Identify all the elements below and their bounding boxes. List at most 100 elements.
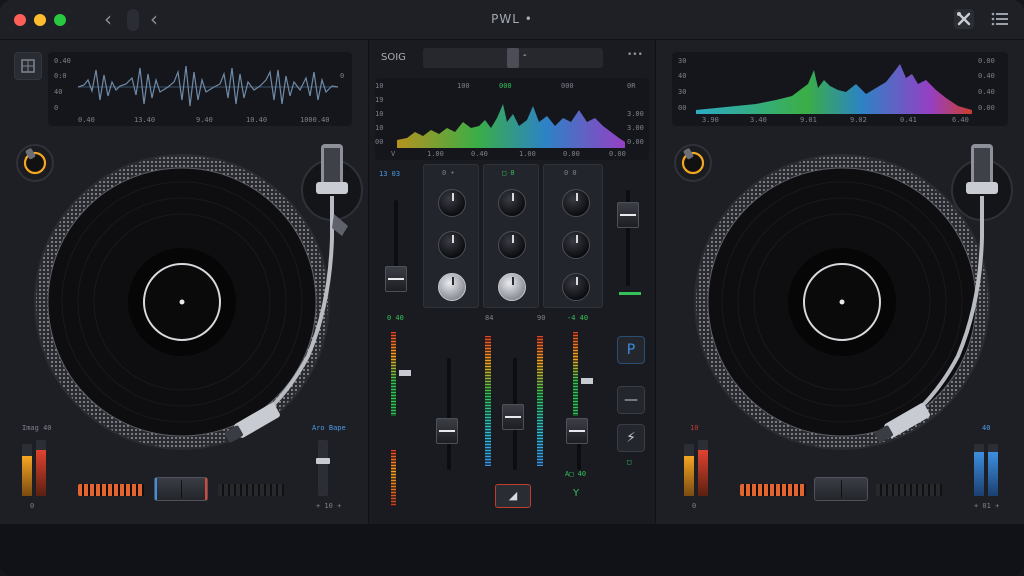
channel-header: 13 03 (379, 170, 401, 178)
back-button[interactable]: ‹ (104, 8, 112, 30)
wave-label: 00 (678, 104, 687, 112)
minimize-window-button[interactable] (34, 14, 46, 26)
wave-label: 0 (54, 104, 59, 112)
spec-label: 0.00 (627, 138, 644, 146)
eq-low-knob-2[interactable] (498, 273, 526, 301)
grid-icon (21, 59, 35, 73)
time-label: 0.41 (900, 116, 917, 124)
eq-low-knob-1[interactable] (438, 273, 466, 301)
deck-right-level-meter-blue (988, 444, 998, 496)
eq-header: 0 0 (564, 169, 577, 177)
time-label: 10.40 (246, 116, 268, 124)
master-fader[interactable] (617, 202, 639, 228)
deck-left-waveform[interactable]: 0.40 0:0 40 0 0 0.40 13.40 9.40 10.40 10… (48, 52, 352, 126)
app-window: ‹ ‹ PWL • 0.40 0:0 40 0 0 0.40 13.40 9.4… (0, 0, 1024, 576)
deck-left-level-meter (36, 440, 46, 496)
deck-left-cue-button[interactable] (154, 477, 208, 501)
meter-label: 90 (537, 314, 546, 322)
spectrum-waveform-graphic (696, 64, 972, 114)
more-menu-button[interactable]: ••• (627, 50, 643, 60)
flash-button[interactable]: ⚡ (617, 424, 645, 452)
deck-left-pitch-leds (78, 484, 144, 496)
title-bar: ‹ ‹ PWL • (0, 0, 1024, 40)
wrench-cross-icon[interactable] (953, 8, 975, 30)
channel-fader-2[interactable] (502, 404, 524, 430)
eq-strip-1: 0 • (423, 164, 479, 308)
wave-label: 40 (54, 88, 63, 96)
waveform-graphic (78, 65, 338, 107)
deck-left-pitch-fader[interactable] (316, 440, 330, 496)
meter-label: 0 40 (387, 314, 404, 322)
eq-mid-knob-3[interactable] (562, 231, 590, 259)
spectrum-analyzer: 10 19 10 10 00 100 000 000 0R 3.00 3.00 … (375, 78, 649, 160)
sidebar-toggle-button[interactable] (127, 9, 139, 31)
crossfader-glyph: - (523, 50, 527, 61)
wave-label: 40 (678, 72, 687, 80)
list-icon[interactable] (989, 8, 1011, 30)
close-window-button[interactable] (14, 14, 26, 26)
meter-marker (581, 378, 593, 384)
eq-high-knob-3[interactable] (562, 189, 590, 217)
spec-label: 3.00 (627, 110, 644, 118)
eq-mid-knob-2[interactable] (498, 231, 526, 259)
deck-right-label: 40 (982, 424, 991, 432)
zoom-window-button[interactable] (54, 14, 66, 26)
deck-right-small-label: 0 (692, 502, 697, 510)
eq-mid-knob-1[interactable] (438, 231, 466, 259)
spec-label: 100 (457, 82, 470, 90)
spec-time: 1.00 (519, 150, 536, 158)
forward-button[interactable]: ‹ (150, 8, 158, 30)
deck-right-waveform[interactable]: 30 40 30 00 0.00 0.40 0.40 0.00 3.90 3.4… (672, 52, 1008, 126)
spec-label: 000 (561, 82, 574, 90)
minus-button[interactable]: — (617, 386, 645, 414)
spec-time: 1.00 (427, 150, 444, 158)
deck-right-cue-button[interactable] (814, 477, 868, 501)
spec-label: 10 (375, 124, 384, 132)
deck-right-level-meter (698, 440, 708, 496)
meter-label: 84 (485, 314, 494, 322)
eq-header: □ 0 (502, 169, 515, 177)
deck-right-small-label: + 01 + (974, 502, 1000, 510)
trim-fader[interactable] (385, 266, 407, 292)
wave-label: 0.00 (978, 104, 995, 112)
wave-label: 0.00 (978, 57, 995, 65)
wave-label: 30 (678, 57, 687, 65)
channel-fader-track-1 (447, 358, 451, 470)
song-label: SOIG (381, 52, 406, 63)
wave-label: 0.40 (54, 57, 71, 65)
deck-left-label: Imag 40 (22, 424, 52, 432)
channel-note: A□ 40 (565, 470, 587, 478)
vu-meter-left-1 (391, 332, 396, 416)
spectrum-graphic (397, 104, 625, 148)
deck-left-load-button[interactable] (14, 52, 42, 80)
eq-header: 0 • (442, 169, 455, 177)
spec-time: 0.40 (471, 150, 488, 158)
side-label: □ (627, 458, 632, 466)
time-label: 9.40 (196, 116, 213, 124)
spec-label: 10 (375, 82, 384, 90)
channel-fader-1[interactable] (436, 418, 458, 444)
eject-button[interactable]: ◢ (495, 484, 531, 508)
vu-meter-ch1 (485, 336, 491, 466)
deck-right-level-meter-blue (974, 444, 984, 496)
deck-right-pitch-leds (740, 484, 806, 496)
spec-label: 000 (499, 82, 512, 90)
vu-meter-ch2 (537, 336, 543, 466)
p-button[interactable]: P (617, 336, 645, 364)
channel-fader-3[interactable] (566, 418, 588, 444)
deck-left-turntable[interactable] (18, 144, 368, 460)
spec-label: 19 (375, 96, 384, 104)
wave-label: 30 (678, 88, 687, 96)
eq-high-knob-1[interactable] (438, 189, 466, 217)
eq-high-knob-2[interactable] (498, 189, 526, 217)
deck-left-small-label: + 10 + (316, 502, 342, 510)
spec-time: 0.00 (563, 150, 580, 158)
deck-left-label: Aro Bape (312, 424, 346, 432)
deck-right-label: 10 (690, 424, 699, 432)
wave-label: 0:0 (54, 72, 67, 80)
eq-low-knob-3[interactable] (562, 273, 590, 301)
master-indicator (619, 292, 641, 295)
deck-left-small-label: 0 (30, 502, 35, 510)
crossfader-slider[interactable]: - (423, 48, 603, 68)
deck-right-turntable[interactable] (670, 144, 1020, 460)
